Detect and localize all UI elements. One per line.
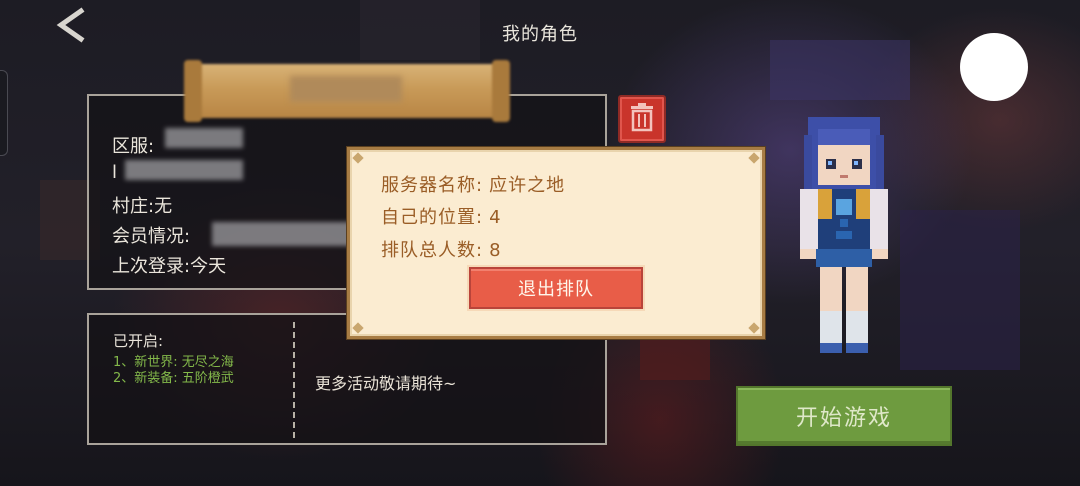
server-sub-value: l <box>112 162 118 183</box>
village-value: 无 <box>154 196 173 217</box>
membership-label: 会员情况: <box>112 226 191 247</box>
membership-value-redacted <box>212 222 352 246</box>
server-sub-redacted <box>125 160 243 180</box>
queue-position-row: 自己的位置: 4 <box>381 203 502 229</box>
server-value-redacted <box>165 128 243 148</box>
queue-server-row: 服务器名称: 应许之地 <box>381 171 565 197</box>
queue-total-row: 排队总人数: 8 <box>381 236 502 262</box>
character-name-redacted <box>290 76 402 102</box>
server-sub-row: l <box>112 162 117 183</box>
queue-position-value: 4 <box>489 207 502 228</box>
delete-character-button[interactable] <box>618 95 666 143</box>
membership-row: 会员情况: <box>112 222 190 248</box>
exit-queue-button[interactable]: 退出排队 <box>469 267 643 309</box>
profile-avatar-button[interactable] <box>960 33 1028 101</box>
dialog-corner-ornament <box>748 152 760 164</box>
last-login-label: 上次登录: <box>112 256 191 277</box>
queue-total-value: 8 <box>489 240 502 261</box>
dialog-corner-ornament <box>352 322 364 334</box>
queue-position-label: 自己的位置: <box>381 207 484 228</box>
more-events-text: 更多活动敬请期待~ <box>315 374 457 393</box>
village-row: 村庄:无 <box>112 192 172 218</box>
page-title: 我的角色 <box>502 24 578 45</box>
events-divider <box>293 322 295 438</box>
server-row: 区服: <box>112 132 154 158</box>
queue-total-label: 排队总人数: <box>381 240 484 261</box>
start-game-button[interactable]: 开始游戏 <box>736 386 952 446</box>
last-login-value: 今天 <box>190 256 227 277</box>
trash-icon <box>629 102 655 136</box>
dialog-corner-ornament <box>352 152 364 164</box>
dialog-corner-ornament <box>748 322 760 334</box>
village-label: 村庄: <box>112 196 155 217</box>
queue-server-value: 应许之地 <box>489 175 566 196</box>
server-label: 区服: <box>112 136 155 157</box>
background-decoration <box>900 210 1020 370</box>
queue-server-label: 服务器名称: <box>381 175 484 196</box>
side-drawer-handle[interactable] <box>0 70 8 156</box>
events-title: 已开启: <box>113 332 164 350</box>
event-item: 2、新装备: 五阶橙武 <box>113 371 234 386</box>
character-avatar <box>800 115 890 355</box>
background-decoration <box>770 40 910 100</box>
last-login-row: 上次登录:今天 <box>112 252 226 278</box>
